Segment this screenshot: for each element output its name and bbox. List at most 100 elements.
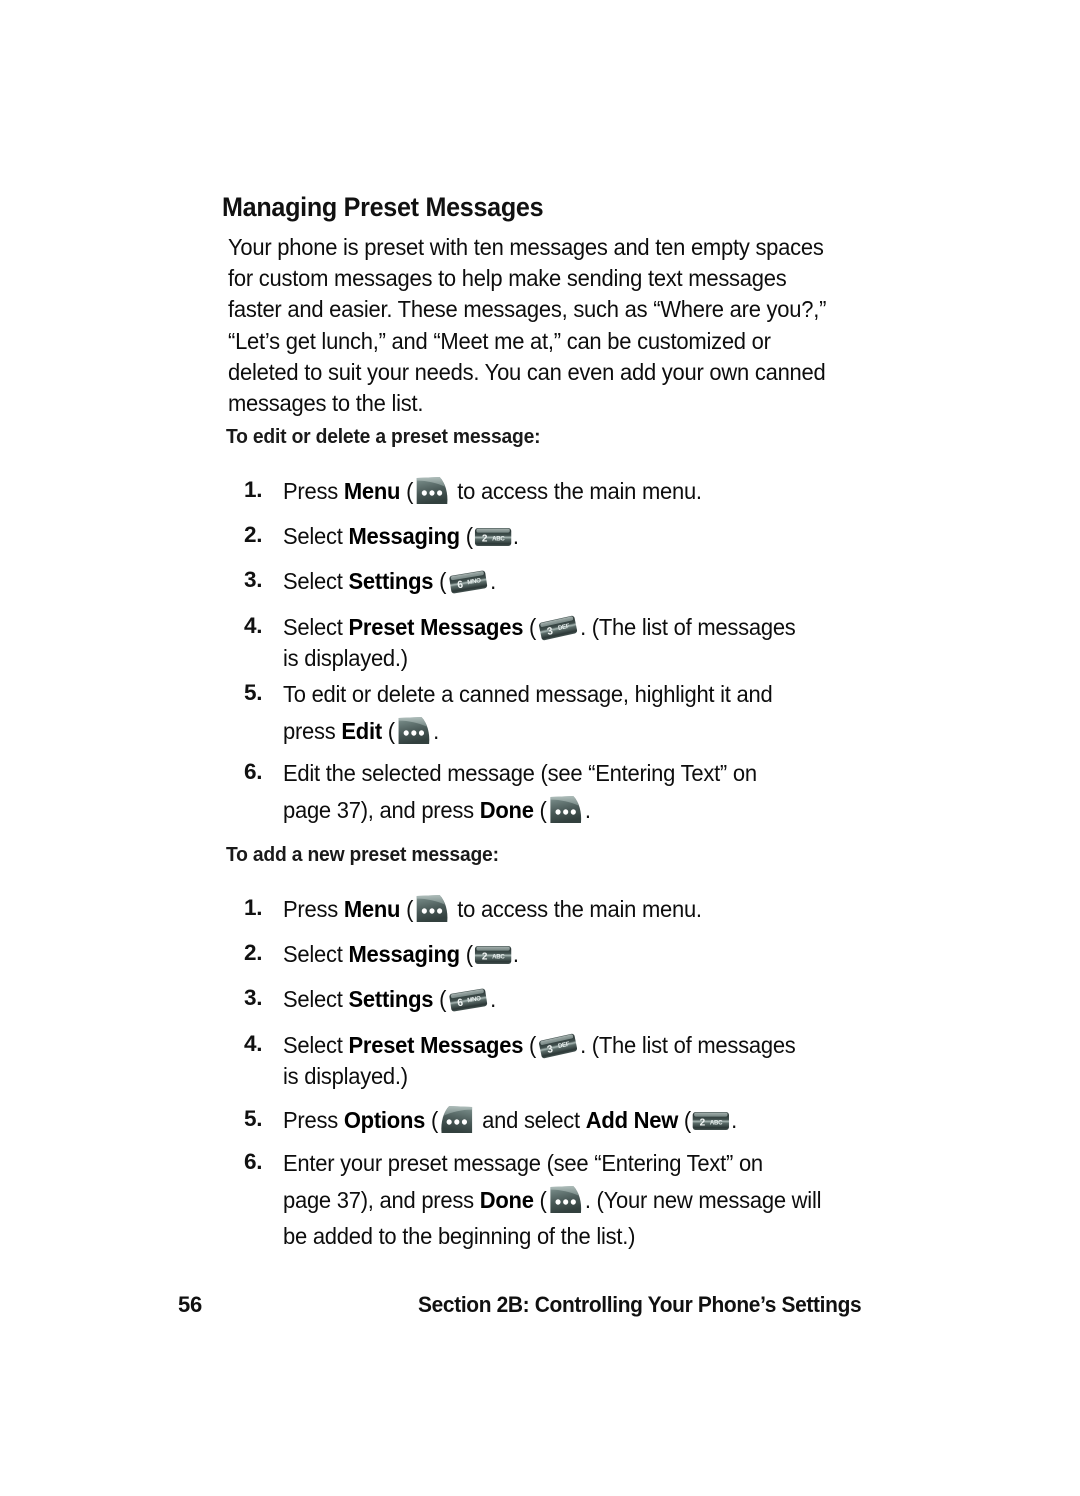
step-text-post: . [433,718,439,744]
key-2-abc-icon: 2 ABC [474,526,512,548]
intro-line: messages to the list. [228,390,424,417]
step-text-pre: Press [283,896,344,922]
step-text-pre: Select [283,523,349,549]
step-text-post: . [490,986,496,1012]
step-text-post: . [584,797,591,823]
step-text: Press Options ( and select Add New ( 2 A… [283,1105,875,1137]
step-text-post: . [490,568,496,594]
step-text: Press Menu ( to access the main menu. [283,894,875,926]
step-number: 6. [244,759,263,784]
svg-text:2: 2 [700,1117,706,1128]
menu-item-label: Settings [348,986,434,1012]
softkey-label: Edit [341,718,382,744]
svg-text:ABC: ABC [492,953,505,960]
intro-line: “Let’s get lunch,” and “Meet me at,” can… [228,327,771,354]
step-text-line: To edit or delete a canned message, high… [283,681,773,707]
step-text-line: Edit the selected message (see “Entering… [283,760,757,786]
step-number: 1. [244,895,263,920]
step-text: Select Settings ( 6 MNO . [283,568,496,595]
step-text-pre: Select [283,941,349,967]
step-text: Press Menu ( to access the main menu. [283,476,875,508]
softkey-left-done-icon [548,795,584,825]
step-text-continued: is displayed.) [283,1063,408,1089]
intro-line: for custom messages to help make sending… [228,265,787,292]
key-2-abc-icon: 2 ABC [474,944,512,966]
menu-item-label: Messaging [348,523,460,549]
menu-item-label: Settings [348,568,434,594]
step-text-pre: page 37), and press [283,1187,480,1213]
step-text: Select Messaging ( 2 ABC . [283,523,519,549]
step-text-pre: Select [283,986,349,1012]
step-text-post: . (The list of messages [580,1032,796,1058]
step-number: 5. [244,680,263,705]
step-number: 4. [244,1031,263,1056]
menu-item-label: Add New [585,1107,679,1133]
step-text-line: be added to the beginning of the list.) [283,1223,636,1249]
key-3-def-icon: 3 DEF [537,615,579,641]
svg-text:2: 2 [482,951,488,962]
step-text-post: to access the main menu. [451,896,702,922]
softkey-right-options-icon [439,1105,475,1135]
softkey-label: Menu [343,478,401,504]
step-number: 4. [244,613,263,638]
footer-page-number: 56 [178,1292,203,1317]
subheading-add-preset: To add a new preset message: [226,843,499,866]
step-number: 6. [244,1149,263,1174]
step-text-post: to access the main menu. [451,478,702,504]
step-number: 2. [244,940,263,965]
softkey-label: Done [479,1187,534,1213]
menu-item-label: Preset Messages [348,614,524,640]
step-number: 1. [244,477,263,502]
manual-page: Managing Preset Messages Your phone is p… [0,0,1080,1496]
svg-text:ABC: ABC [492,535,505,542]
step-text-post: . [512,941,519,967]
softkey-label: Done [479,797,534,823]
step-text-pre: Select [283,1032,349,1058]
step-number: 5. [244,1106,263,1131]
step-text-pre: Select [283,568,349,594]
step-text-mid: and select [476,1107,586,1133]
step-text-post: . [731,1107,737,1133]
menu-item-label: Messaging [348,941,460,967]
key-2-abc-icon: 2 ABC [692,1110,730,1132]
softkey-left-edit-icon [396,716,432,746]
step-text: Select Settings ( 6 MNO . [283,986,496,1013]
step-text: Enter your preset message (see “Entering… [283,1148,875,1252]
step-text-post: . (The list of messages [580,614,796,640]
footer-section-title: Section 2B: Controlling Your Phone’s Set… [418,1292,862,1317]
step-text-pre: Press [283,1107,344,1133]
key-3-def-icon: 3 DEF [537,1033,579,1059]
subheading-edit-preset: To edit or delete a preset message: [226,425,541,448]
key-6-mno-icon: 6 MNO [447,569,489,595]
softkey-label: Options [343,1107,426,1133]
intro-line: deleted to suit your needs. You can even… [228,358,826,385]
svg-text:2: 2 [482,533,488,544]
step-text: Select Messaging ( 2 ABC . [283,941,519,967]
step-text-post: . [512,523,519,549]
menu-item-label: Preset Messages [348,1032,524,1058]
softkey-left-menu-icon [414,476,450,506]
step-number: 3. [244,567,263,592]
softkey-left-done-icon [548,1185,584,1215]
softkey-label: Menu [343,896,401,922]
step-text: To edit or delete a canned message, high… [283,679,875,752]
svg-text:ABC: ABC [710,1119,723,1126]
intro-line: faster and easier. These messages, such … [228,296,827,323]
softkey-left-menu-icon [414,894,450,924]
step-text-continued: is displayed.) [283,645,408,671]
step-text-pre: Select [283,614,349,640]
step-text-pre: Press [283,478,344,504]
step-text: Select Preset Messages ( 3 DEF . (The li… [283,1030,875,1092]
page-title: Managing Preset Messages [222,192,544,222]
step-text-pre: press [283,718,342,744]
step-text-line: Enter your preset message (see “Entering… [283,1150,763,1176]
intro-line: Your phone is preset with ten messages a… [228,234,824,260]
step-text-pre: page 37), and press [283,797,480,823]
intro-paragraph: Your phone is preset with ten messages a… [228,232,858,419]
key-6-mno-icon: 6 MNO [447,987,489,1013]
step-text: Select Preset Messages ( 3 DEF . (The li… [283,612,875,674]
step-text-post: . (Your new message will [584,1187,822,1213]
step-number: 2. [244,522,263,547]
step-text: Edit the selected message (see “Entering… [283,758,875,831]
step-number: 3. [244,985,263,1010]
